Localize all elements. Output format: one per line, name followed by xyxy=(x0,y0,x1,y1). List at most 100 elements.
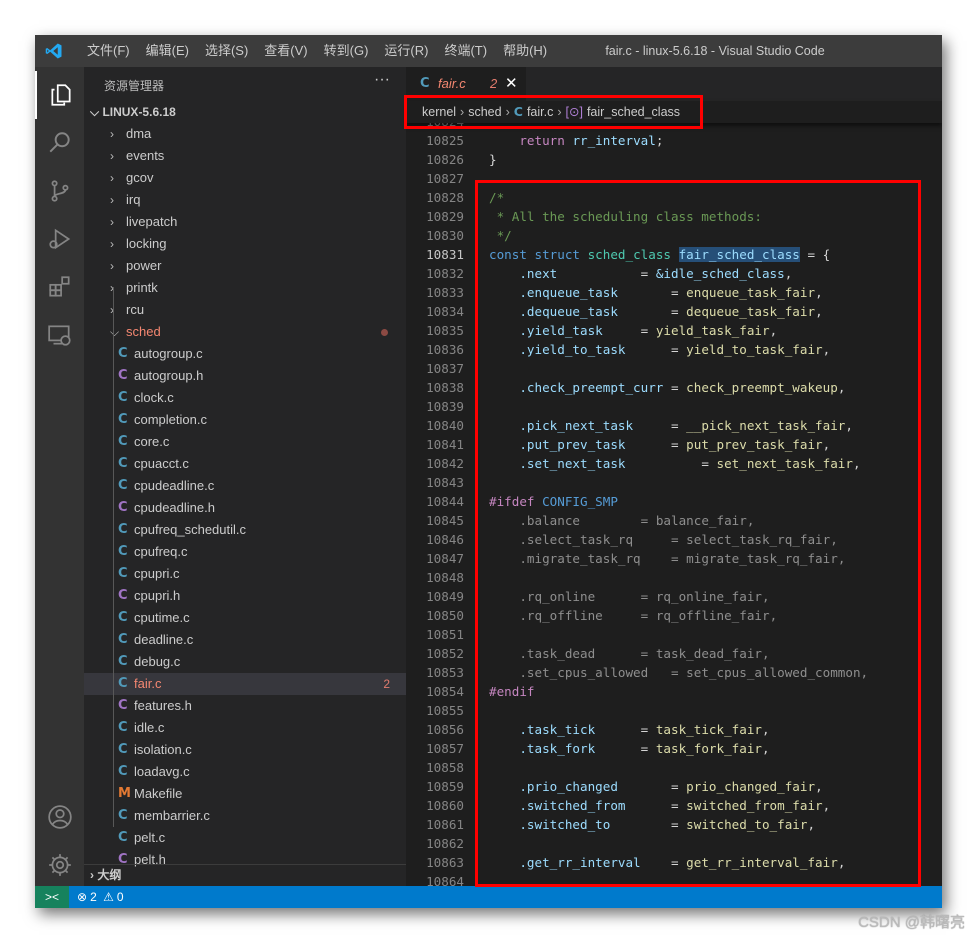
file-item[interactable]: Cfair.c 2 xyxy=(84,673,406,695)
menu-item[interactable]: 文件(F) xyxy=(79,35,138,67)
line-number: 10825 xyxy=(426,133,464,148)
file-item[interactable]: Cloadavg.c xyxy=(84,761,406,783)
file-item[interactable]: Cclock.c xyxy=(84,387,406,409)
code-token: yield_to_task_fair xyxy=(686,342,823,357)
breadcrumb-file[interactable]: fair.c xyxy=(527,101,553,123)
code-token: , xyxy=(761,722,770,737)
chevron-right-icon: › xyxy=(110,127,114,141)
folder-item[interactable]: › rcu xyxy=(84,299,406,321)
file-item[interactable]: Cidle.c xyxy=(84,717,406,739)
code-token: check_preempt_wakeup xyxy=(686,380,838,395)
file-item[interactable]: Cautogroup.h xyxy=(84,365,406,387)
code-text: .migrate_task_rq = migrate_task_rq_fair, xyxy=(489,549,845,568)
code-token: = xyxy=(670,551,687,566)
warning-icon: ⚠ xyxy=(99,890,114,904)
problem-count: 2 xyxy=(490,76,498,91)
breadcrumb-kernel[interactable]: kernel xyxy=(422,101,456,123)
symbol-variable-icon: [⊙] xyxy=(565,105,583,119)
file-item[interactable]: Ccore.c xyxy=(84,431,406,453)
code-area[interactable]: 10824 10825 return rr_interval; 10826} 1082… xyxy=(406,123,942,886)
run-debug-icon[interactable] xyxy=(35,215,84,263)
close-icon[interactable]: ✕ xyxy=(505,74,518,92)
line-number: 10829 xyxy=(426,209,464,224)
search-icon[interactable] xyxy=(35,119,84,167)
folder-item[interactable]: › dma xyxy=(84,123,406,145)
file-label: autogroup.c xyxy=(134,346,203,361)
code-token: , xyxy=(769,323,778,338)
menu-item[interactable]: 运行(R) xyxy=(376,35,436,67)
file-item[interactable]: Cisolation.c xyxy=(84,739,406,761)
extensions-icon[interactable] xyxy=(35,263,84,311)
folder-item[interactable]: › printk xyxy=(84,277,406,299)
folder-item[interactable]: › events xyxy=(84,145,406,167)
activity-bar xyxy=(35,67,84,886)
folder-item[interactable]: › locking xyxy=(84,233,406,255)
file-item[interactable]: Cpelt.c xyxy=(84,827,406,849)
code-token: = xyxy=(640,266,656,281)
menu-item[interactable]: 转到(G) xyxy=(316,35,377,67)
line-number: 10852 xyxy=(426,646,464,661)
c-file-icon: C xyxy=(118,544,128,559)
file-label: clock.c xyxy=(134,390,174,405)
file-item[interactable]: Ccompletion.c xyxy=(84,409,406,431)
menu-item[interactable]: 选择(S) xyxy=(197,35,256,67)
file-item[interactable]: M Makefile xyxy=(84,783,406,805)
folder-item[interactable]: › gcov xyxy=(84,167,406,189)
c-file-icon: C xyxy=(118,412,128,427)
chevron-right-icon: › xyxy=(110,215,114,229)
file-item[interactable]: Ccpupri.h xyxy=(84,585,406,607)
code-token: sched_class xyxy=(587,247,679,262)
settings-gear-icon[interactable] xyxy=(35,841,84,889)
c-file-icon: C xyxy=(118,522,128,537)
file-item[interactable]: Ccpudeadline.c xyxy=(84,475,406,497)
menu-item[interactable]: 编辑(E) xyxy=(138,35,197,67)
file-label: pelt.c xyxy=(134,830,166,845)
workspace-root[interactable]: ⌵ LINUX-5.6.18 xyxy=(84,101,406,123)
file-item[interactable]: Ccputime.c xyxy=(84,607,406,629)
c-file-icon: C xyxy=(118,434,128,449)
breadcrumb-symbol[interactable]: fair_sched_class xyxy=(587,101,680,123)
code-token: = xyxy=(670,380,687,395)
breadcrumb-sched[interactable]: sched xyxy=(468,101,501,123)
file-item[interactable]: Ccpudeadline.h xyxy=(84,497,406,519)
account-icon[interactable] xyxy=(35,793,84,841)
folder-item[interactable]: › livepatch xyxy=(84,211,406,233)
file-item[interactable]: Ccpufreq_schedutil.c xyxy=(84,519,406,541)
file-item[interactable]: Ccpupri.c xyxy=(84,563,406,585)
menu-item[interactable]: 查看(V) xyxy=(256,35,315,67)
code-text: #endif xyxy=(489,682,535,701)
line-number: 10857 xyxy=(426,741,464,756)
remote-indicator-button[interactable]: >< xyxy=(35,886,69,908)
c-file-icon: C xyxy=(513,104,523,119)
code-token: = xyxy=(670,798,687,813)
file-item[interactable]: Cautogroup.c xyxy=(84,343,406,365)
line-number: 10851 xyxy=(426,627,464,642)
explorer-icon[interactable] xyxy=(35,71,84,119)
file-item[interactable]: Cmembarrier.c xyxy=(84,805,406,827)
file-item[interactable]: Cfeatures.h xyxy=(84,695,406,717)
code-token: = xyxy=(670,779,687,794)
code-token: , xyxy=(815,304,823,319)
file-label: cpupri.c xyxy=(134,566,180,581)
code-token: .migrate_task_rq xyxy=(489,551,671,566)
code-token: set_cpus_allowed_common xyxy=(686,665,861,680)
file-item[interactable]: Ccpuacct.c xyxy=(84,453,406,475)
problems-indicator[interactable]: ⊗ 2 ⚠ 0 xyxy=(77,886,124,908)
menu-item[interactable]: 终端(T) xyxy=(436,35,495,67)
file-item[interactable]: Ccpufreq.c xyxy=(84,541,406,563)
c-file-icon: C xyxy=(118,456,128,471)
tab-fair-c[interactable]: C fair.c 2 ✕ xyxy=(406,67,526,101)
folder-item[interactable]: › irq xyxy=(84,189,406,211)
source-control-icon[interactable] xyxy=(35,167,84,215)
code-token: , xyxy=(852,456,861,471)
file-item[interactable]: Cdebug.c xyxy=(84,651,406,673)
more-actions-button[interactable]: ··· xyxy=(374,71,390,89)
folder-item-open[interactable]: ⌵ sched xyxy=(84,321,406,343)
remote-explorer-icon[interactable] xyxy=(35,311,84,359)
code-token: .set_next_task xyxy=(489,456,702,471)
code-token: = xyxy=(670,437,687,452)
code-token: , xyxy=(746,513,755,528)
outline-section[interactable]: › 大纲 xyxy=(84,864,406,886)
folder-item[interactable]: › power xyxy=(84,255,406,277)
file-item[interactable]: Cdeadline.c xyxy=(84,629,406,651)
